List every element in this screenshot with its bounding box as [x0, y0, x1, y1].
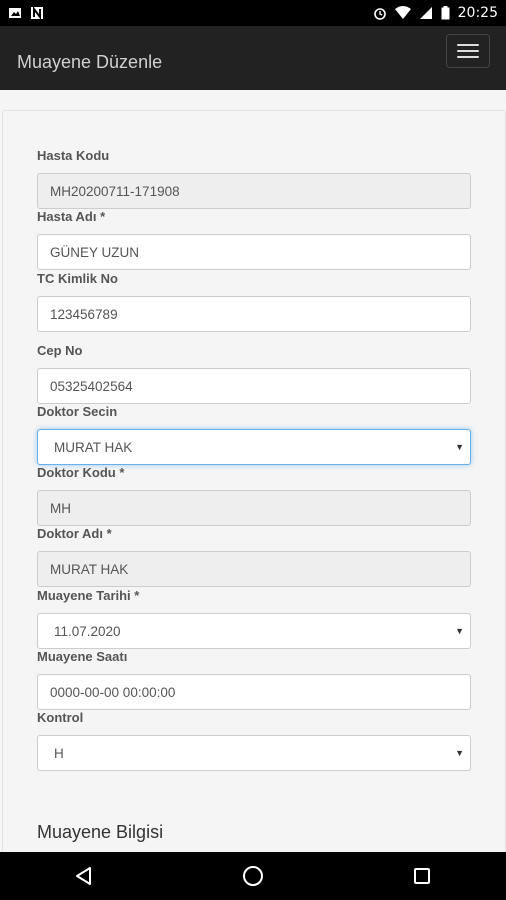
- n-notification-icon: [31, 6, 43, 20]
- signal-icon: [419, 7, 432, 19]
- menu-line: [457, 56, 479, 58]
- battery-icon: [441, 6, 450, 20]
- tc-kimlik-field[interactable]: 123456789: [37, 296, 471, 332]
- muayene-saati-field[interactable]: 0000-00-00 00:00:00: [37, 674, 471, 710]
- muayene-tarihi-value: 11.07.2020: [54, 623, 121, 639]
- menu-line: [457, 50, 479, 52]
- doktor-secin-select[interactable]: MURAT HAK ▼: [37, 429, 471, 465]
- app-bar: Muayene Düzenle: [0, 26, 506, 90]
- wifi-icon: [394, 6, 411, 19]
- kontrol-label: Kontrol: [37, 710, 84, 725]
- kontrol-value: H: [54, 745, 64, 761]
- form-container: Hasta Kodu MH20200711-171908 Hasta Adı *…: [0, 90, 506, 852]
- muayene-tarihi-select[interactable]: 11.07.2020 ▼: [37, 613, 471, 649]
- dropdown-caret-icon: ▼: [455, 626, 464, 636]
- dropdown-caret-icon: ▼: [455, 442, 464, 452]
- image-notification-icon: [9, 8, 21, 18]
- doktor-secin-label: Doktor Secin: [37, 404, 118, 419]
- status-bar: 20:25: [0, 0, 506, 26]
- clock: 20:25: [457, 5, 498, 21]
- doktor-adi-label: Doktor Adı *: [37, 526, 112, 541]
- doktor-kodu-field: MH: [37, 490, 471, 526]
- doktor-secin-value: MURAT HAK: [54, 439, 133, 455]
- hasta-adi-label: Hasta Adı *: [37, 209, 106, 224]
- home-button[interactable]: [223, 852, 283, 900]
- back-button[interactable]: [54, 852, 114, 900]
- recents-button[interactable]: [392, 852, 452, 900]
- hasta-adi-field[interactable]: GÜNEY UZUN: [37, 234, 471, 270]
- back-triangle-icon: [76, 867, 92, 885]
- home-circle-icon: [242, 866, 263, 886]
- dropdown-caret-icon: ▼: [455, 748, 464, 758]
- section-title: Muayene Bilgisi: [37, 822, 164, 842]
- tc-kimlik-label: TC Kimlik No: [37, 271, 118, 286]
- page-title: Muayene Düzenle: [17, 52, 163, 72]
- cep-no-label: Cep No: [37, 343, 83, 358]
- cep-no-field[interactable]: 05325402564: [37, 368, 471, 404]
- muayene-tarihi-label: Muayene Tarihi *: [37, 588, 140, 603]
- alarm-icon: [373, 8, 386, 20]
- hasta-kodu-label: Hasta Kodu: [37, 148, 110, 163]
- doktor-kodu-label: Doktor Kodu *: [37, 465, 125, 480]
- menu-line: [457, 44, 479, 46]
- muayene-saati-label: Muayene Saatı: [37, 649, 128, 664]
- doktor-adi-field: MURAT HAK: [37, 551, 471, 587]
- recents-square-icon: [413, 868, 430, 884]
- hamburger-menu-button[interactable]: [446, 34, 490, 68]
- system-nav-bar: [0, 852, 506, 900]
- kontrol-select[interactable]: H ▼: [37, 735, 471, 771]
- hasta-kodu-field: MH20200711-171908: [37, 173, 471, 209]
